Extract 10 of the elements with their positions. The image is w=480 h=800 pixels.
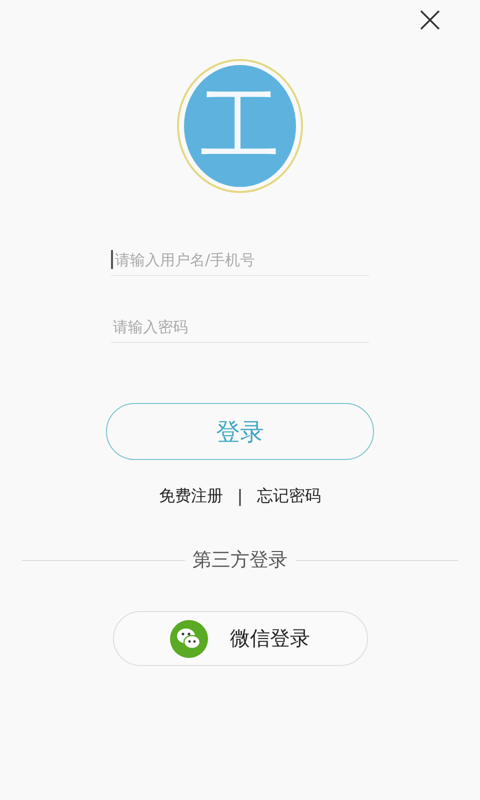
close-icon[interactable] [420, 10, 440, 30]
section-title: 第三方登录 [192, 548, 288, 573]
separator: | [237, 486, 243, 506]
chat-bubbles-icon [170, 620, 208, 658]
register-link[interactable]: 免费注册 [159, 486, 224, 507]
input-field[interactable]: 请输入用户名/手机号 [113, 250, 369, 268]
app-logo: 工 [177, 59, 303, 193]
wechat-login-button[interactable]: 微信登录 [112, 611, 368, 666]
input-field[interactable]: 请输入密码 [111, 318, 369, 336]
forgot-password-link[interactable]: 忘记密码 [256, 486, 321, 507]
